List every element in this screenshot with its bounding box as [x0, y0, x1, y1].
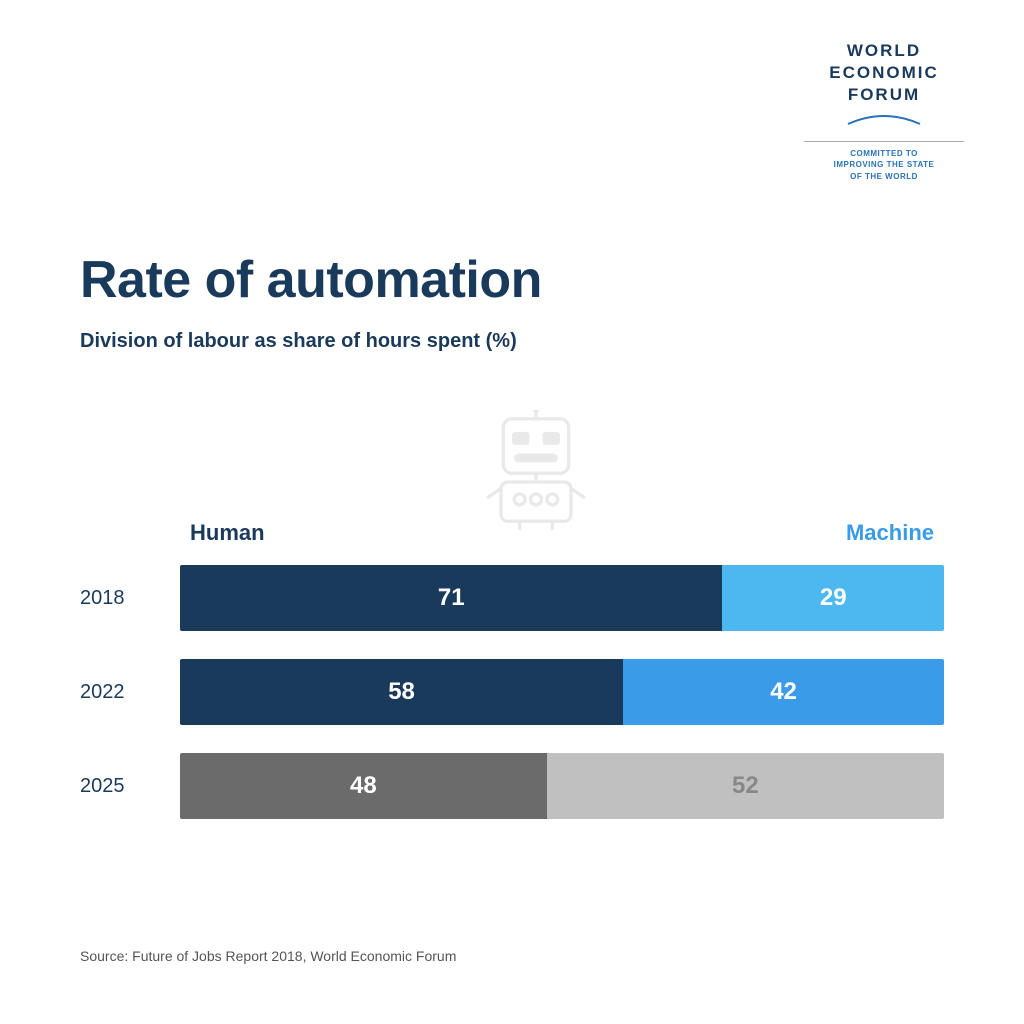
chart-subtitle: Division of labour as share of hours spe…: [80, 330, 517, 353]
robot-icon: [476, 410, 596, 530]
logo-title: WORLD ECONOMIC FORUM: [804, 40, 964, 106]
bar-year-2022: 2022: [80, 681, 180, 704]
column-labels: Human Machine: [80, 520, 944, 546]
bar-track-2018: 71 29: [180, 565, 944, 631]
bar-track-2025: 48 52: [180, 753, 944, 819]
bar-track-2022: 58 42: [180, 659, 944, 725]
page: WORLD ECONOMIC FORUM COMMITTED TO IMPROV…: [0, 0, 1024, 1024]
bar-2025-machine: 52: [547, 753, 944, 819]
chart-container: Human Machine 2018 71 29 2022: [80, 410, 944, 904]
logo-arc-icon: [844, 112, 924, 126]
bar-2025-human: 48: [180, 753, 547, 819]
bars-area: 2018 71 29 2022 58: [80, 565, 944, 847]
bar-2022-machine: 42: [623, 659, 944, 725]
bar-2018-human: 71: [180, 565, 722, 631]
bar-row-2022: 2022 58 42: [80, 659, 944, 725]
bar-2018-machine: 29: [722, 565, 944, 631]
machine-label: Machine: [846, 520, 934, 546]
source-text: Source: Future of Jobs Report 2018, Worl…: [80, 948, 456, 964]
wef-logo: WORLD ECONOMIC FORUM COMMITTED TO IMPROV…: [804, 40, 964, 182]
bar-year-2025: 2025: [80, 775, 180, 798]
chart-main-title: Rate of automation: [80, 250, 542, 310]
logo-tagline: COMMITTED TO IMPROVING THE STATE OF THE …: [804, 148, 964, 182]
bar-row-2018: 2018 71 29: [80, 565, 944, 631]
human-label: Human: [190, 520, 265, 546]
logo-divider: [804, 141, 964, 142]
bar-2022-human: 58: [180, 659, 623, 725]
bar-year-2018: 2018: [80, 587, 180, 610]
bar-row-2025: 2025 48 52: [80, 753, 944, 819]
